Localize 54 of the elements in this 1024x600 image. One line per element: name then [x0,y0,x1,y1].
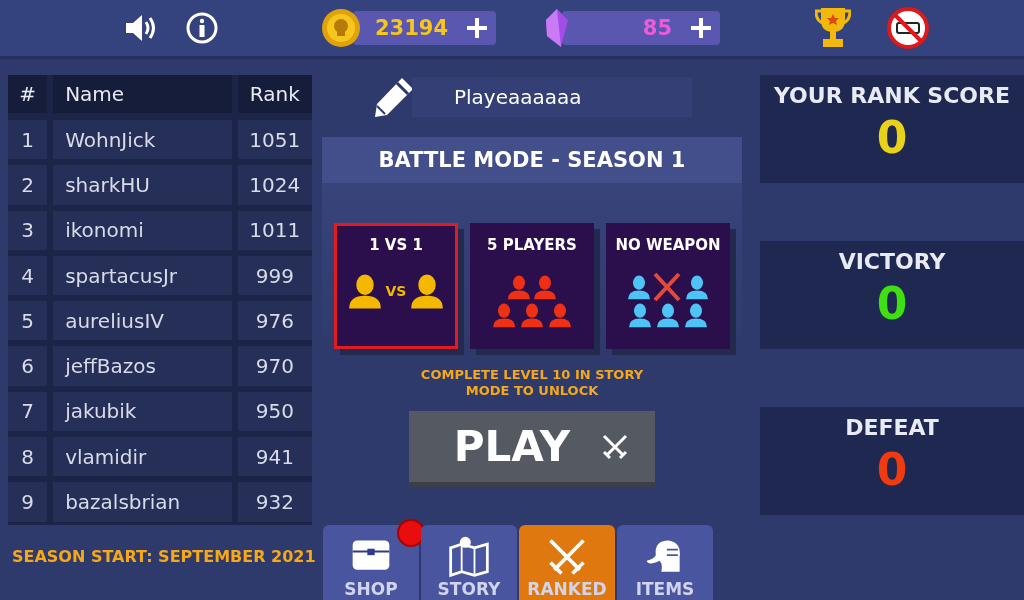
map-pin-icon [447,535,491,579]
no-ads-icon[interactable] [886,6,930,50]
trophy-icon[interactable] [815,6,851,50]
table-cell: 970 [237,346,312,386]
plus-icon[interactable] [690,17,712,39]
column-header: Rank [237,75,312,113]
battle-mode-title: BATTLE MODE - SEASON 1 [322,137,742,183]
table-cell: WohnJick [53,120,232,160]
table-cell: sharkHU [53,165,232,205]
nav-tab[interactable]: ITEMS [617,525,713,600]
table-cell: 932 [237,482,312,522]
column-header: # [8,75,48,113]
play-button[interactable]: PLAY [409,411,655,487]
table-cell: 1051 [237,120,312,160]
table-cell: 950 [237,391,312,432]
stat-value: 0 [876,444,908,495]
table-cell: 941 [237,437,312,477]
coin-counter: 23194 [353,11,496,45]
table-cell: 3 [8,210,48,250]
crystal-counter: 85 [562,11,720,45]
stat-value: 0 [876,112,908,163]
table-cell: 6 [8,346,48,386]
coin-icon [321,8,361,48]
stat-label: DEFEAT [845,415,939,440]
versus-text: VS [385,283,407,299]
table-cell: 2 [8,165,48,205]
table-cell: jakubik [53,391,232,432]
stat-value: 0 [876,278,908,329]
table-cell: 7 [8,391,48,432]
table-cell: 999 [237,255,312,296]
stat-label: YOUR RANK SCORE [773,83,1011,108]
speaker-icon[interactable] [124,13,158,43]
column-header: Name [53,75,232,113]
table-cell: 4 [8,255,48,296]
table-cell: bazalsbrian [53,482,232,522]
stat-label: VICTORY [838,249,946,274]
unlock-message: COMPLETE LEVEL 10 IN STORY MODE TO UNLOCK [419,367,645,399]
player-name-field[interactable]: Playeaaaaaa [412,77,692,117]
table-cell: 1024 [237,165,312,205]
table-cell: 9 [8,482,48,522]
table-cell: 1 [8,120,48,160]
table-cell: 8 [8,437,48,477]
table-cell: 1011 [237,210,312,250]
table-cell: 5 [8,301,48,341]
table-cell: spartacusJr [53,255,232,296]
nav-tab[interactable]: STORY [421,525,517,600]
nav-tab[interactable]: SHOP [323,525,419,600]
plus-icon[interactable] [466,17,488,39]
table-cell: jeffBazos [53,346,232,386]
table-cell: vlamidir [53,437,232,477]
table-cell: 976 [237,301,312,341]
info-icon[interactable] [186,12,218,44]
table-cell: aureliusIV [53,301,232,341]
table-cell: ikonomi [53,210,232,250]
